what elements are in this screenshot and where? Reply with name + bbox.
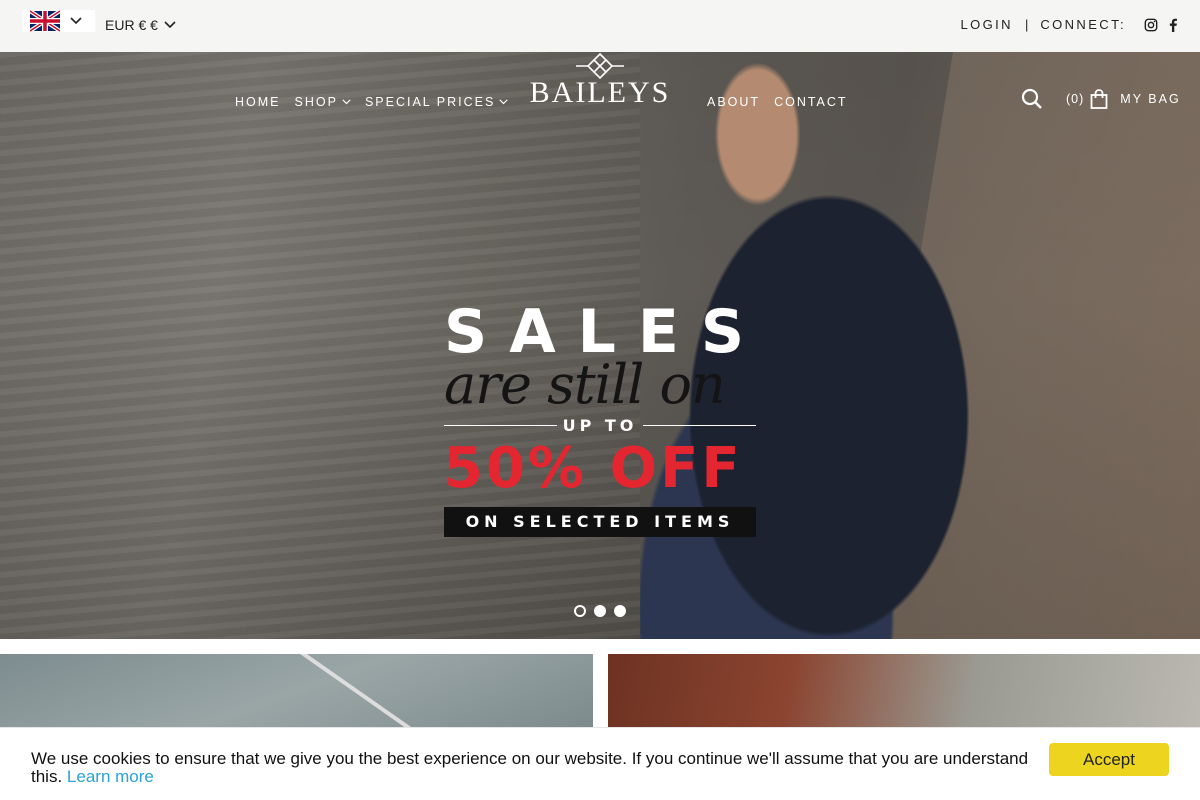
language-selector[interactable] [22, 10, 95, 32]
nav-home-label: HOME [235, 95, 281, 109]
cookie-message: We use cookies to ensure that we give yo… [31, 750, 1031, 786]
promo-selected-items: ON SELECTED ITEMS [444, 507, 756, 537]
promo-upto-text: UP TO [562, 416, 638, 435]
nav-shop-label: SHOP [294, 95, 338, 109]
connect-label: CONNECT: [1040, 17, 1126, 32]
accept-cookies-button[interactable]: Accept [1049, 743, 1169, 776]
promo-script-line: are still on [444, 353, 726, 416]
cookie-banner: We use cookies to ensure that we give yo… [0, 727, 1200, 800]
separator: | [1024, 17, 1029, 32]
chevron-down-icon [499, 99, 508, 105]
divider-line [643, 425, 756, 426]
promo-upto: UP TO [444, 416, 756, 435]
instagram-icon[interactable] [1144, 18, 1158, 32]
nav-about[interactable]: ABOUT [707, 95, 760, 109]
slide-dot-3[interactable] [614, 605, 626, 617]
nav-special-prices-label: SPECIAL PRICES [364, 95, 496, 109]
slider-pagination [574, 605, 626, 617]
chevron-down-icon [342, 99, 351, 105]
nav-about-label: ABOUT [707, 95, 761, 109]
slide-dot-1[interactable] [574, 605, 586, 617]
main-nav-left: HOME SHOP SPECIAL PRICES [235, 95, 508, 109]
nav-special-prices[interactable]: SPECIAL PRICES [365, 95, 508, 109]
top-bar: EUR € € LOGIN | CONNECT: [0, 0, 1200, 52]
chevron-down-icon [164, 21, 176, 29]
nav-home[interactable]: HOME [235, 95, 281, 109]
divider-line [444, 425, 557, 426]
uk-flag-icon [30, 10, 60, 32]
facebook-icon[interactable] [1166, 18, 1180, 32]
cart-link[interactable]: (0) MY BAG [1066, 89, 1181, 109]
nav-contact-label: CONTACT [774, 95, 848, 109]
nav-contact[interactable]: CONTACT [774, 95, 848, 109]
cart-label: MY BAG [1120, 92, 1181, 106]
cookie-message-text: We use cookies to ensure that we give yo… [31, 749, 1029, 786]
logo-text: BAILEYS [529, 76, 671, 109]
promo-discount: 50% OFF [444, 436, 743, 501]
login-link[interactable]: LOGIN [960, 17, 1012, 32]
nav-shop[interactable]: SHOP [295, 95, 351, 109]
main-nav-right: ABOUT CONTACT [707, 95, 848, 109]
site-logo[interactable]: BAILEYS [510, 52, 690, 110]
currency-selector[interactable]: EUR € € [105, 17, 176, 33]
account-links: LOGIN | CONNECT: [960, 17, 1180, 32]
cart-count: (0) [1066, 92, 1085, 106]
shopping-bag-icon [1090, 89, 1108, 109]
chevron-down-icon [70, 17, 82, 25]
search-icon[interactable] [1021, 88, 1043, 110]
slide-dot-2[interactable] [594, 605, 606, 617]
promo-banner[interactable]: SALES are still on UP TO 50% OFF ON SELE… [444, 300, 756, 537]
currency-label: EUR € € [105, 17, 158, 33]
learn-more-link[interactable]: Learn more [67, 767, 154, 786]
